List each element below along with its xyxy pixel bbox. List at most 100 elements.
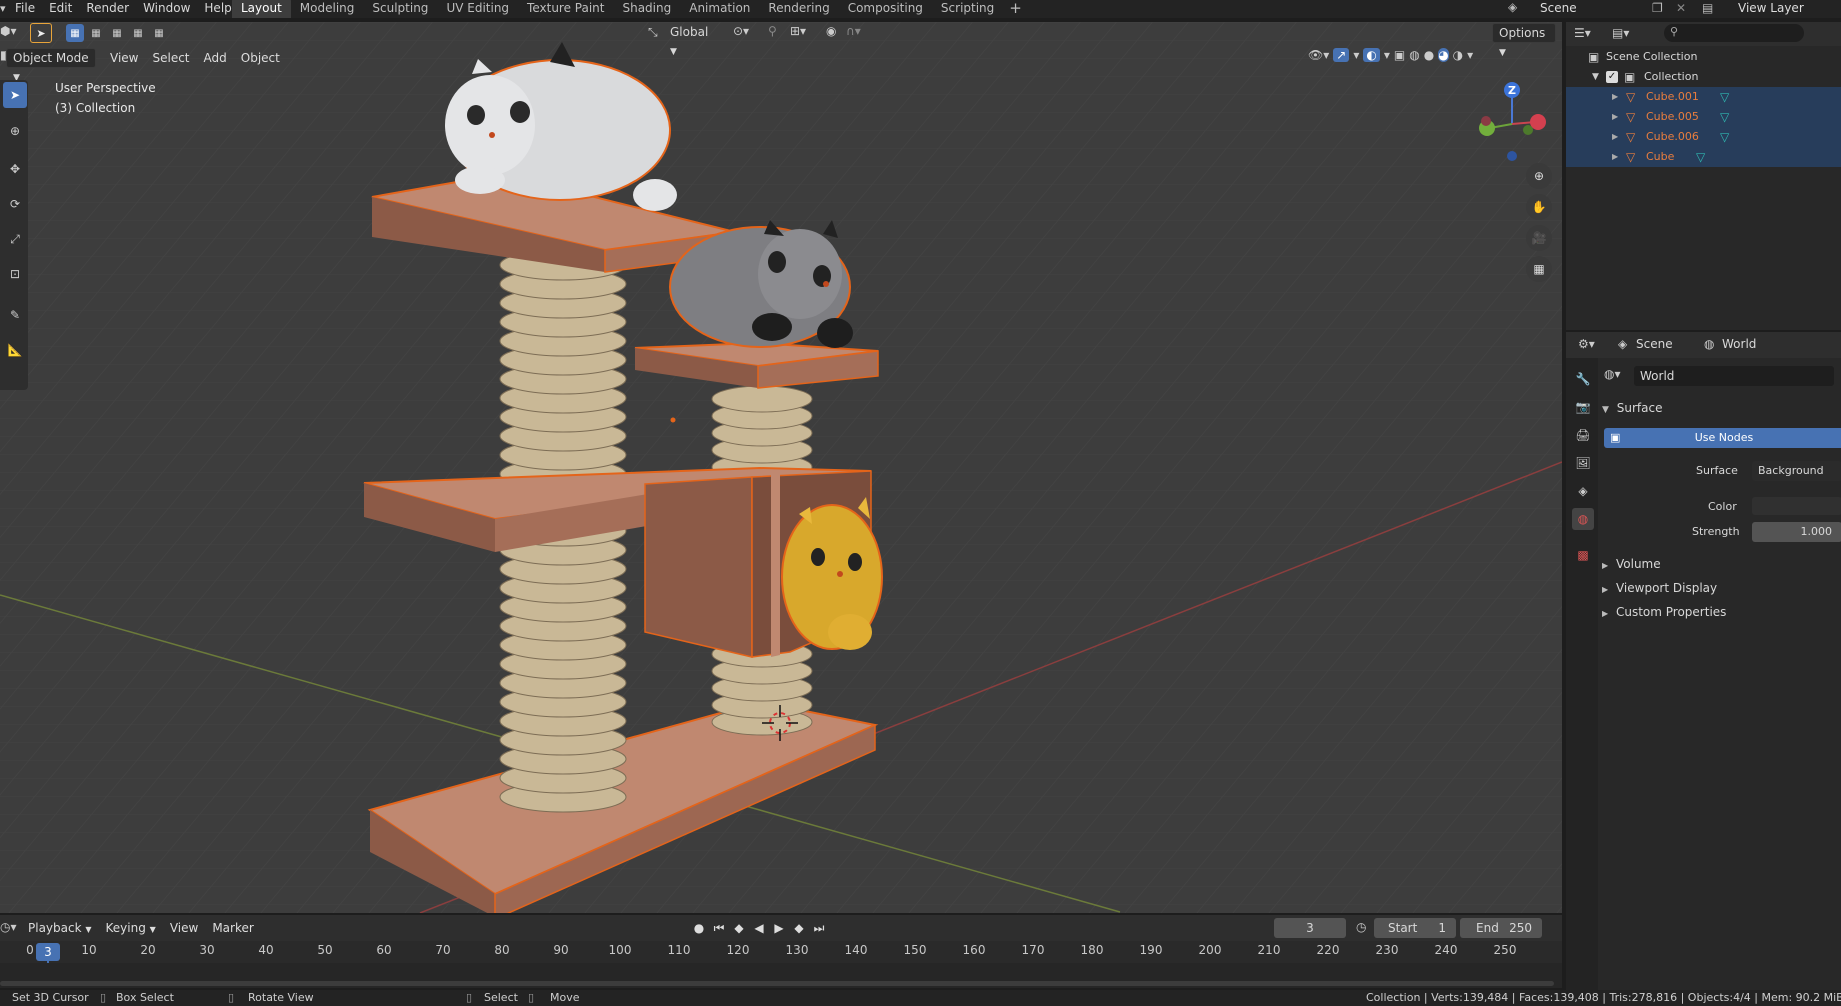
xray-icon[interactable]: ▣ <box>1394 48 1405 62</box>
frame-indicator[interactable]: 3 <box>36 943 60 961</box>
menu-marker[interactable]: Marker <box>206 918 259 938</box>
falloff-icon[interactable]: ∩▾ <box>846 24 861 38</box>
outliner-object-cube[interactable]: ▶ ▽ Cube ▽ <box>1566 147 1841 167</box>
tab-compositing[interactable]: Compositing <box>839 0 932 18</box>
tab-uv-editing[interactable]: UV Editing <box>437 0 518 18</box>
snap-icon[interactable]: ⚲ <box>768 24 777 38</box>
menu-object[interactable]: Object <box>235 48 286 68</box>
tool-move[interactable]: ✥ <box>3 156 27 182</box>
viewport-display-panel-header[interactable]: ▶ Viewport Display <box>1602 578 1717 600</box>
collection-expand-icon[interactable]: ▼ <box>1592 67 1599 87</box>
menu-timeline-view[interactable]: View <box>164 918 204 938</box>
menu-window[interactable]: Window <box>136 0 197 18</box>
world-breadcrumb[interactable]: World <box>1722 337 1756 351</box>
select-subtract-icon[interactable]: ▦ <box>108 24 126 42</box>
ortho-toggle-button[interactable]: ▦ <box>1526 256 1552 282</box>
world-selector[interactable]: ◍▾ World <box>1604 366 1841 386</box>
preview-range-icon[interactable]: ◷ <box>1356 920 1366 934</box>
prev-keyframe-button[interactable]: ◆ <box>730 918 748 938</box>
zoom-button[interactable]: ⊕ <box>1526 163 1552 189</box>
select-intersect-icon[interactable]: ▦ <box>150 24 168 42</box>
tab-scripting[interactable]: Scripting <box>932 0 1003 18</box>
new-scene-icon[interactable]: ❐ <box>1652 0 1663 16</box>
shading-dropdown-icon[interactable]: ▾ <box>1467 48 1473 62</box>
scene-icon[interactable]: ◈ <box>1508 0 1524 16</box>
tool-measure[interactable]: 📐 <box>3 337 27 363</box>
select-invert-icon[interactable]: ▦ <box>129 24 147 42</box>
gizmo-dropdown-icon[interactable]: ▾ <box>1353 48 1359 62</box>
menu-edit[interactable]: Edit <box>42 0 79 18</box>
gizmo-neg-z[interactable] <box>1507 151 1517 161</box>
current-frame-field[interactable]: 3 <box>1274 918 1346 938</box>
world-name-field[interactable]: World <box>1634 366 1834 386</box>
timeline-editor-icon[interactable]: ◷▾ <box>0 920 17 934</box>
tool-select[interactable]: ➤ <box>3 82 27 108</box>
wireframe-shading-icon[interactable]: ◍ <box>1409 48 1419 62</box>
outliner-collection[interactable]: ▼ ✓ ▣ Collection <box>1566 67 1816 87</box>
3d-viewport[interactable]: ⬢▾ ➤ ▦ ▦ ▦ ▦ ▦ ⤡ Global ▼ ⊙▾ ⚲ ⊞▾ ◉ ∩▾ O… <box>0 22 1562 913</box>
surface-shader-field[interactable]: Background <box>1752 461 1841 481</box>
menu-select[interactable]: Select <box>146 48 195 68</box>
tab-view-layer[interactable]: 🖼 <box>1572 452 1594 474</box>
view-layer-icon[interactable]: ▤ <box>1702 0 1713 16</box>
delete-scene-icon[interactable]: ✕ <box>1676 0 1686 16</box>
tab-world[interactable]: ◍ <box>1572 508 1594 530</box>
select-extend-icon[interactable]: ▦ <box>87 24 105 42</box>
tab-texture-paint[interactable]: Texture Paint <box>518 0 613 18</box>
color-swatch[interactable] <box>1752 497 1841 515</box>
expand-arrow-icon[interactable]: ▶ <box>1612 87 1618 107</box>
tab-animation[interactable]: Animation <box>680 0 759 18</box>
gizmo-neg-x[interactable] <box>1481 116 1491 126</box>
timeline-scrollbar[interactable] <box>0 981 1554 986</box>
scene-breadcrumb[interactable]: Scene <box>1636 337 1673 351</box>
editor-type-dropdown-icon[interactable]: ⬢▾ <box>0 24 17 38</box>
outliner-object-cube-006[interactable]: ▶ ▽ Cube.006 ▽ <box>1566 127 1841 147</box>
outliner-object-cube-001[interactable]: ▶ ▽ Cube.001 ▽ <box>1566 87 1841 107</box>
tool-annotate[interactable]: ✎ <box>3 302 27 328</box>
orientation-dropdown[interactable]: Global ▼ <box>664 23 724 57</box>
tab-output[interactable]: 🖨 <box>1572 424 1594 446</box>
snap-target-icon[interactable]: ⊞▾ <box>790 24 806 38</box>
rendered-shading-icon[interactable]: ◑ <box>1453 48 1463 62</box>
pivot-icon[interactable]: ⊙▾ <box>733 24 749 38</box>
outliner-search-field[interactable] <box>1664 24 1804 42</box>
tool-cursor[interactable]: ⊕ <box>3 118 27 144</box>
timeline-ruler[interactable]: 0 10 20 30 40 50 60 70 80 90 100 110 120 130 140 150 160… <box>0 941 1562 963</box>
expand-arrow-icon[interactable]: ▶ <box>1612 127 1618 147</box>
orientation-icon[interactable]: ⤡ <box>648 25 658 40</box>
options-dropdown[interactable]: Options ▼ <box>1492 23 1556 58</box>
mode-dropdown[interactable]: Object Mode ▼ <box>6 48 96 83</box>
gizmo-x-axis[interactable] <box>1530 114 1546 130</box>
camera-view-button[interactable]: 🎥 <box>1526 225 1552 251</box>
expand-arrow-icon[interactable]: ▶ <box>1612 107 1618 127</box>
tab-modeling[interactable]: Modeling <box>291 0 364 18</box>
tool-transform[interactable]: ⊡ <box>3 261 27 287</box>
strength-field[interactable]: 1.000 <box>1752 522 1841 542</box>
gizmo-neg-y[interactable] <box>1523 125 1533 135</box>
select-new-icon[interactable]: ▦ <box>66 24 84 42</box>
jump-end-button[interactable]: ⏭ <box>810 918 828 938</box>
use-nodes-button[interactable]: ▣ Use Nodes <box>1604 428 1841 448</box>
tool-rotate[interactable]: ⟳ <box>3 191 27 217</box>
pan-button[interactable]: ✋ <box>1526 194 1552 220</box>
outliner-scene-collection[interactable]: ▣ Scene Collection <box>1566 47 1816 67</box>
menu-add[interactable]: Add <box>198 48 233 68</box>
outliner-object-cube-005[interactable]: ▶ ▽ Cube.005 ▽ <box>1566 107 1841 127</box>
menu-render[interactable]: Render <box>79 0 136 18</box>
scene-name[interactable]: Scene <box>1540 0 1577 16</box>
tab-render[interactable]: 📷 <box>1572 396 1594 418</box>
tab-shading[interactable]: Shading <box>613 0 680 18</box>
menu-view[interactable]: View <box>104 48 144 68</box>
next-keyframe-button[interactable]: ◆ <box>790 918 808 938</box>
world-datablock-icon[interactable]: ◍▾ <box>1604 367 1621 381</box>
menu-playback[interactable]: Playback ▼ <box>22 918 98 938</box>
solid-shading-icon[interactable]: ● <box>1424 48 1434 62</box>
start-frame-field[interactable]: Start 1 <box>1374 918 1456 938</box>
tab-layout[interactable]: Layout <box>232 0 291 18</box>
end-frame-field[interactable]: End 250 <box>1460 918 1542 938</box>
tool-scale[interactable]: ⤢ <box>3 226 27 252</box>
tab-sculpting[interactable]: Sculpting <box>363 0 437 18</box>
outliner-editor-icon[interactable]: ☰▾ <box>1574 26 1591 40</box>
play-reverse-button[interactable]: ◀ <box>750 918 768 938</box>
record-button[interactable]: ● <box>690 918 708 938</box>
